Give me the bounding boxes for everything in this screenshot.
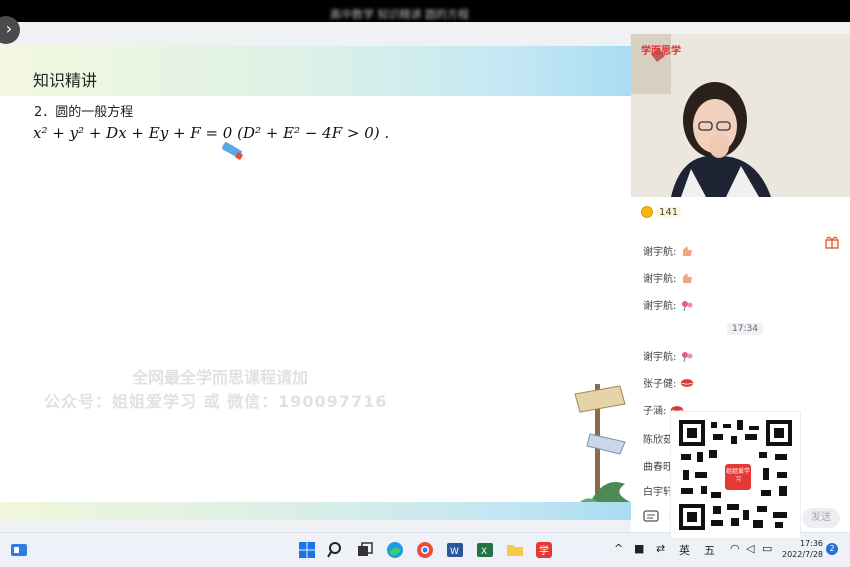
task-view-icon[interactable] [356, 541, 374, 559]
chat-message: 谢宇航: [643, 243, 694, 258]
wifi-icon[interactable]: ◠ [730, 542, 740, 555]
clock-time: 17:36 [799, 539, 824, 548]
language-indicator[interactable]: 英 [679, 542, 690, 558]
qr-code: 姐姐爱学习 [671, 412, 800, 538]
excel-icon[interactable]: X [476, 541, 494, 559]
input-switch-icon[interactable]: ⇄ [656, 542, 665, 555]
window-title: 高中数学 知识精讲 圆的方程 [330, 8, 469, 20]
chevron-up-icon[interactable]: ^ [614, 542, 623, 555]
slide-footer [0, 502, 631, 520]
svg-text:学: 学 [539, 544, 549, 557]
word-icon[interactable]: W [446, 541, 464, 559]
qr-center-badge: 姐姐爱学习 [725, 464, 751, 490]
svg-text:X: X [481, 547, 487, 557]
windows-start-icon[interactable] [298, 541, 316, 559]
browser-icon[interactable] [416, 541, 434, 559]
chat-username: 谢宇航: [643, 352, 677, 363]
volume-icon[interactable]: ◁ [746, 542, 754, 555]
search-icon[interactable] [327, 541, 345, 559]
chat-message: 张子健: [643, 375, 694, 390]
chat-username: 谢宇航: [643, 301, 677, 312]
video-overlay-label: 学而思学 [641, 46, 681, 57]
pen-cursor-icon [222, 142, 243, 160]
chat-message: 谢宇航: [643, 270, 694, 285]
lips-icon [681, 378, 694, 387]
thumbs-up-icon [683, 245, 693, 256]
battery-icon[interactable]: ▭ [762, 542, 772, 555]
chat-username: 谢宇航: [643, 274, 677, 285]
watermark-line-2: 公众号：姐姐爱学习 或 微信：190097716 [44, 392, 388, 411]
chat-username: 张子健: [643, 379, 677, 390]
circle-equation: x² + y² + Dx + Ey + F = 0 (D² + E² − 4F … [33, 124, 390, 142]
clock-date: 2022/7/28 [782, 550, 824, 559]
top-bar: 高中数学 知识精讲 圆的方程 [0, 0, 850, 22]
section-heading: 2．圆的一般方程 [34, 105, 134, 120]
coin-badge: 141 [641, 206, 683, 218]
flower-icon [682, 300, 693, 311]
coin-count: 141 [655, 206, 683, 218]
gift-icon[interactable] [825, 235, 839, 249]
coin-icon [641, 206, 653, 218]
folder-icon[interactable] [506, 541, 524, 559]
send-button[interactable]: 发送 [802, 508, 840, 528]
lesson-slide: 知识精讲 2．圆的一般方程 x² + y² + Dx + Ey + F = 0 … [0, 46, 631, 520]
flower-icon [682, 351, 693, 362]
chat-time-divider: 17:34 [727, 323, 763, 335]
notification-badge[interactable]: 2 [826, 543, 838, 555]
slide-title: 知识精讲 [33, 73, 98, 90]
widgets-icon[interactable] [10, 541, 28, 559]
teacher-video: 学而思学 [631, 34, 850, 197]
chat-bubble-icon[interactable] [643, 510, 659, 524]
teacher-video-frame [631, 34, 850, 197]
chat-username: 子涵: [643, 406, 667, 417]
xueersi-app-icon[interactable]: 学 [535, 541, 553, 559]
svg-text:W: W [450, 547, 459, 557]
chat-message: 谢宇航: [643, 297, 694, 312]
system-clock[interactable]: 17:36 2022/7/28 [782, 538, 823, 560]
edge-icon[interactable] [386, 541, 404, 559]
watermark-line-1: 全网最全学而思课程请加 [132, 368, 309, 387]
thumbs-up-icon [683, 272, 693, 283]
chat-username: 谢宇航: [643, 247, 677, 258]
app-tray-icon[interactable]: ■ [634, 542, 644, 555]
chat-message: 谢宇航: [643, 348, 694, 363]
ime-indicator[interactable]: 五 [704, 542, 715, 558]
signpost-decoration [570, 384, 631, 514]
slide-header: 知识精讲 [0, 46, 631, 96]
